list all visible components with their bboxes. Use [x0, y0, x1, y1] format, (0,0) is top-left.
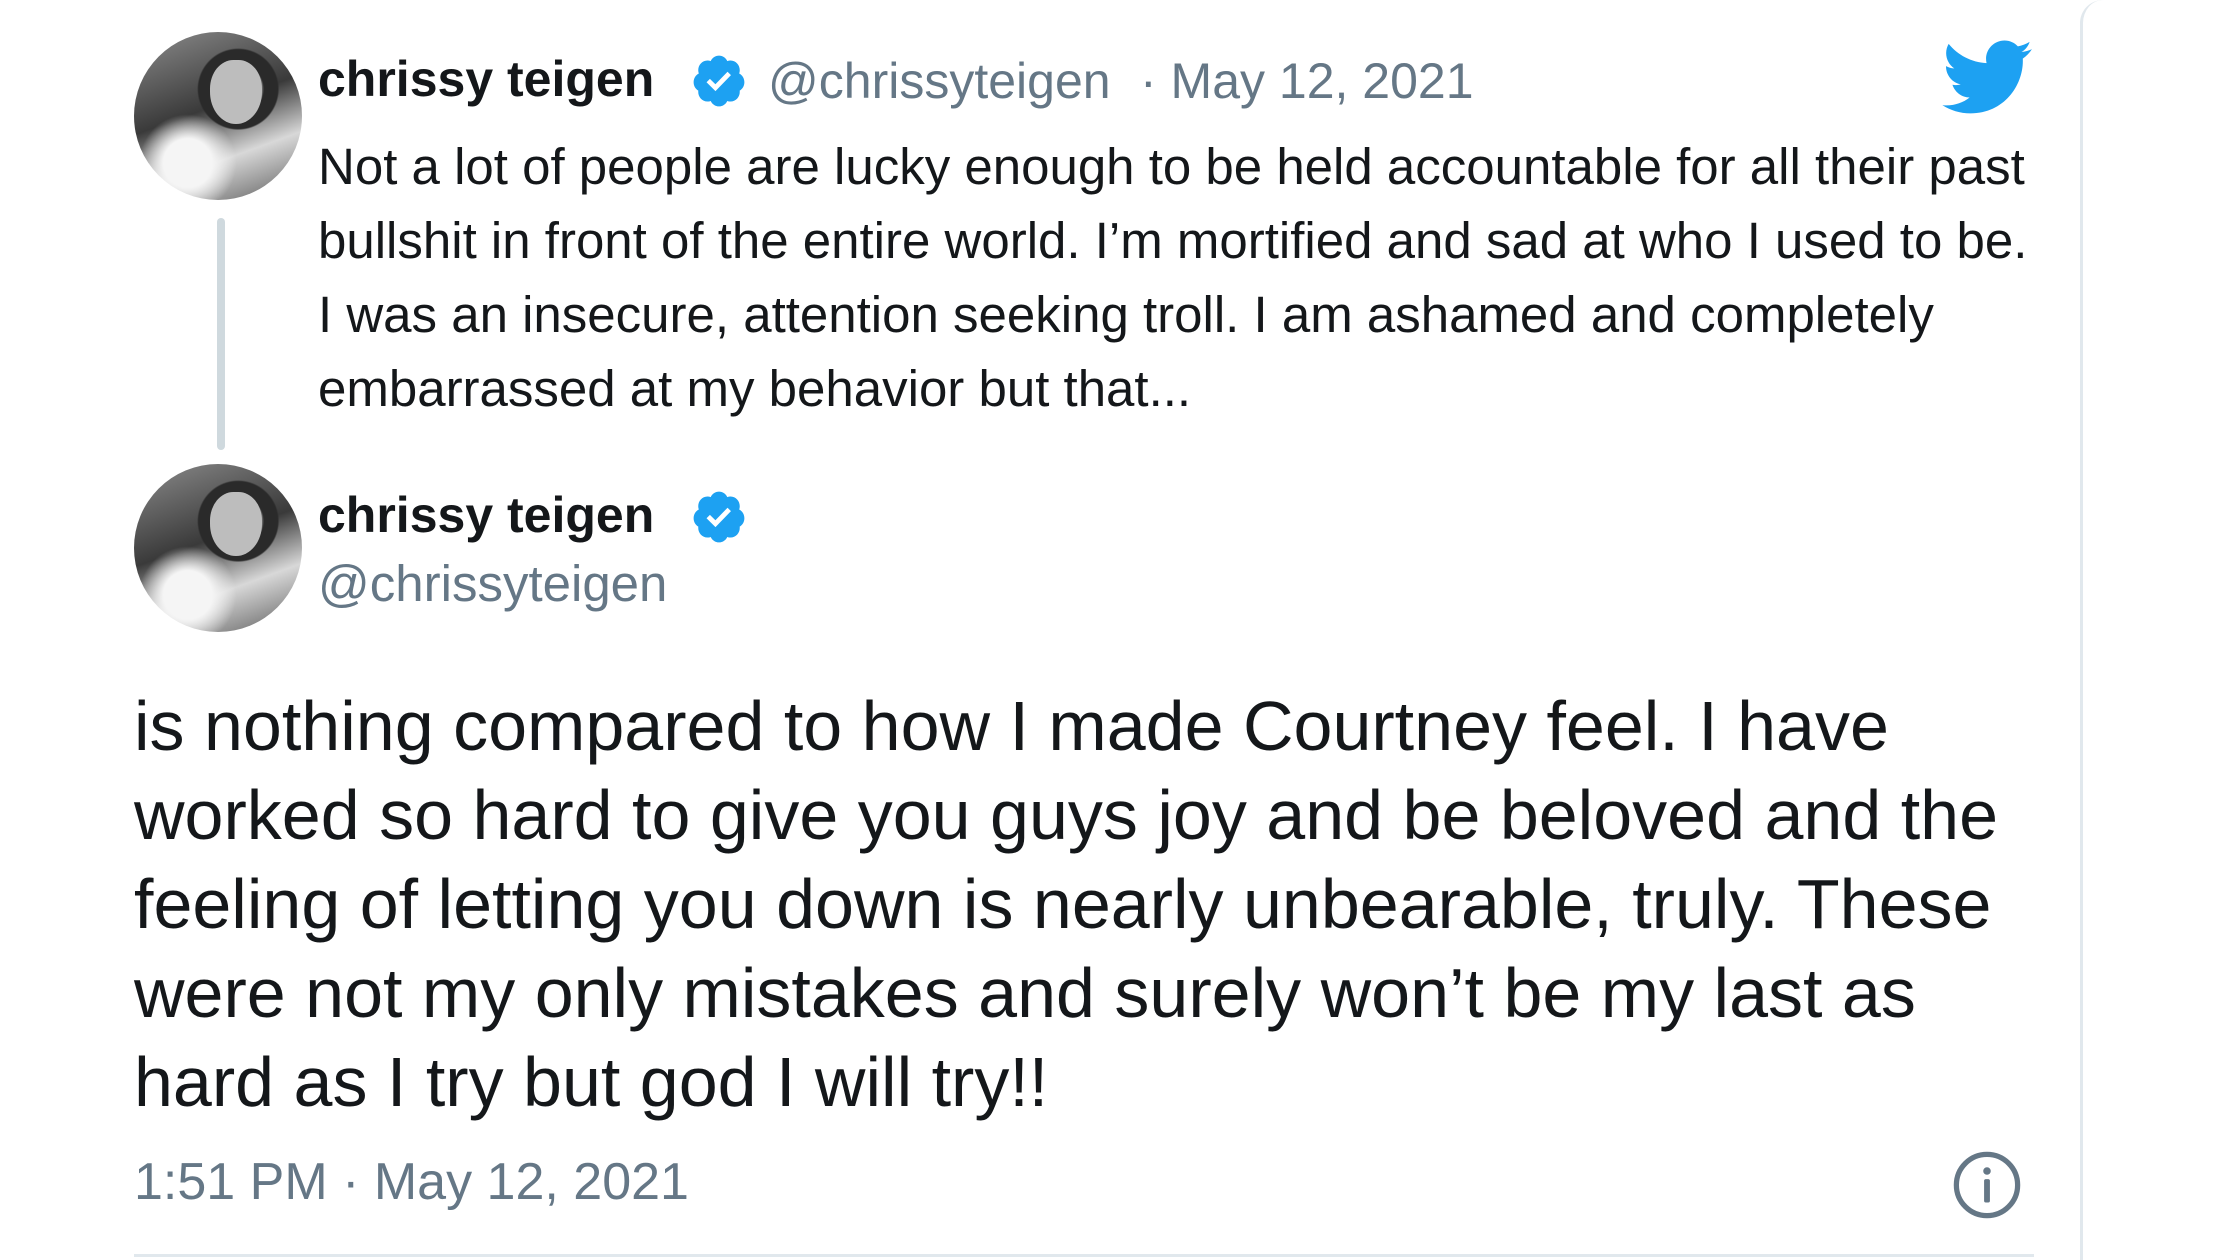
thread-connector-line: [217, 218, 225, 450]
info-icon[interactable]: [1952, 1150, 2022, 1220]
verified-badge-icon: [693, 55, 745, 107]
verified-badge-icon: [693, 491, 745, 543]
main-display-name[interactable]: chrissy teigen: [318, 486, 654, 544]
quoted-display-name[interactable]: chrissy teigen: [318, 50, 654, 108]
divider: [134, 1254, 2034, 1257]
main-tweet-text: is nothing compared to how I made Courtn…: [134, 687, 1999, 1121]
quoted-handle[interactable]: @chrissyteigen: [768, 52, 1111, 110]
quoted-tweet-text: Not a lot of people are lucky enough to …: [318, 138, 2028, 417]
avatar[interactable]: [134, 464, 302, 632]
quoted-date[interactable]: · May 12, 2021: [1140, 52, 1474, 110]
avatar[interactable]: [134, 32, 302, 200]
tweet-timestamp[interactable]: 1:51 PM · May 12, 2021: [134, 1152, 689, 1212]
main-handle[interactable]: @chrissyteigen: [318, 554, 667, 613]
twitter-bird-icon[interactable]: [1942, 40, 2034, 116]
card-border: [2080, 0, 2103, 1260]
